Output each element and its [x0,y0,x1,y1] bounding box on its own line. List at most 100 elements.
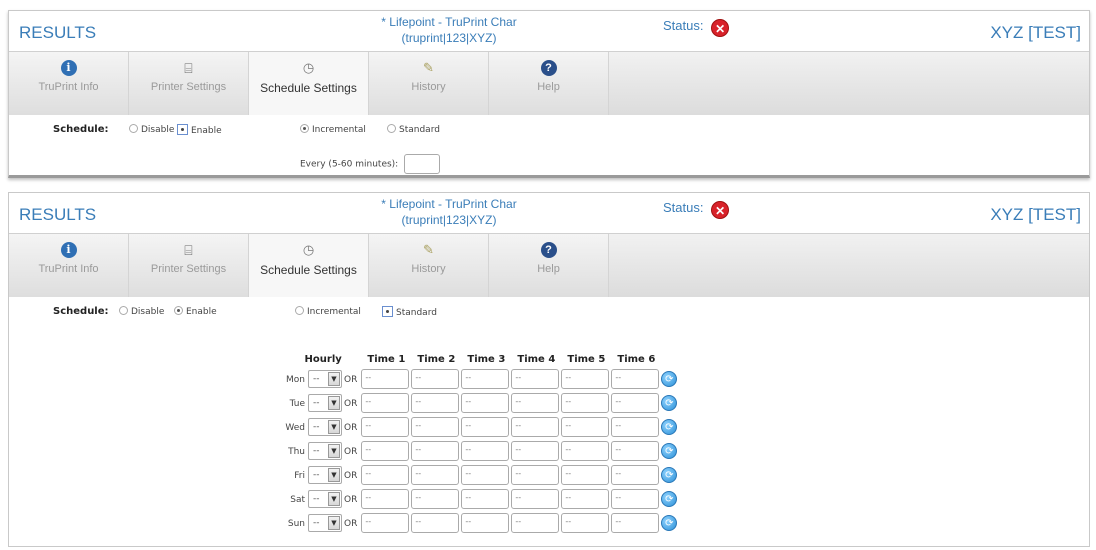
time4-input[interactable]: -- [511,513,560,533]
time3-input[interactable]: -- [461,489,510,509]
enable-radio[interactable] [174,306,183,315]
refresh-icon[interactable]: ⟳ [661,419,678,435]
time6-input[interactable]: -- [611,417,660,437]
schedule-enable-option[interactable]: Enable [177,124,222,136]
time5-input[interactable]: -- [561,441,610,461]
time6-input[interactable]: -- [611,513,660,533]
time2-input[interactable]: -- [411,513,460,533]
day-label: Fri [294,470,305,481]
time6-input[interactable]: -- [611,489,660,509]
hourly-select[interactable]: -- ▼ [308,418,342,436]
time2-input[interactable]: -- [411,489,460,509]
standard-radio[interactable] [382,306,393,317]
disable-radio[interactable] [129,124,138,133]
refresh-icon[interactable]: ⟳ [661,491,678,507]
time4-input[interactable]: -- [511,369,560,389]
mode-standard-option[interactable]: Standard [387,124,440,135]
time4-input[interactable]: -- [511,441,560,461]
tab-printer-settings[interactable]: ⌸ Printer Settings [129,52,249,115]
standard-radio[interactable] [387,124,396,133]
tab-help[interactable]: ? Help [489,234,609,297]
incremental-radio[interactable] [295,306,304,315]
schedule-row-sun: Sun -- ▼ OR -- -- -- -- -- -- ⟳ [285,513,679,533]
hourly-select[interactable]: -- ▼ [308,394,342,412]
time1-input[interactable]: -- [361,369,410,389]
hourly-select[interactable]: -- ▼ [308,514,342,532]
time5-input[interactable]: -- [561,417,610,437]
time1-input[interactable]: -- [361,417,410,437]
time3-input[interactable]: -- [461,417,510,437]
time2-input[interactable]: -- [411,465,460,485]
time2-input[interactable]: -- [411,393,460,413]
time5-input[interactable]: -- [561,513,610,533]
hourly-select[interactable]: -- ▼ [308,370,342,388]
refresh-icon[interactable]: ⟳ [661,395,678,411]
time3-input[interactable]: -- [461,441,510,461]
refresh-icon[interactable]: ⟳ [661,467,678,483]
time4-input[interactable]: -- [511,417,560,437]
time6-input[interactable]: -- [611,465,660,485]
time2-input[interactable]: -- [411,417,460,437]
mode-incremental-option[interactable]: Incremental [295,306,361,317]
tab-history[interactable]: ✎ History [369,52,489,115]
hourly-select[interactable]: -- ▼ [308,490,342,508]
tab-schedule-settings[interactable]: ◷ Schedule Settings [249,52,369,115]
every-minutes-input[interactable] [404,154,441,174]
time1-input[interactable]: -- [361,441,410,461]
mode-incremental-option[interactable]: Incremental [300,124,366,135]
info-icon: i [60,242,77,258]
enable-radio[interactable] [177,124,188,135]
time3-input[interactable]: -- [461,465,510,485]
time2-input[interactable]: -- [411,369,460,389]
printer-title: * Lifepoint - TruPrint Char (truprint|12… [339,196,559,228]
refresh-icon[interactable]: ⟳ [661,515,678,531]
time1-cell: -- [361,417,411,437]
schedule-disable-option[interactable]: Disable [119,306,164,317]
refresh-icon[interactable]: ⟳ [661,443,678,459]
hourly-select[interactable]: -- ▼ [308,466,342,484]
time5-input[interactable]: -- [561,393,610,413]
tab-history[interactable]: ✎ History [369,234,489,297]
mode-standard-option[interactable]: Standard [382,306,437,318]
tab-schedule-settings[interactable]: ◷ Schedule Settings [249,234,369,297]
help-icon: ? [540,242,557,258]
time5-input[interactable]: -- [561,465,610,485]
time3-input[interactable]: -- [461,393,510,413]
time1-input[interactable]: -- [361,489,410,509]
dropdown-arrow-icon: ▼ [328,516,340,530]
day-cell: Wed -- ▼ OR [285,417,361,437]
time6-cell: -- [611,393,661,413]
time6-input[interactable]: -- [611,369,660,389]
time1-input[interactable]: -- [361,513,410,533]
schedule-row-sat: Sat -- ▼ OR -- -- -- -- -- -- ⟳ [285,489,679,509]
time2-input[interactable]: -- [411,441,460,461]
schedule-enable-option[interactable]: Enable [174,306,217,317]
tab-label: Schedule Settings [260,263,357,277]
enable-label: Enable [186,307,217,317]
tab-help[interactable]: ? Help [489,52,609,115]
time4-input[interactable]: -- [511,489,560,509]
time3-input[interactable]: -- [461,513,510,533]
time4-input[interactable]: -- [511,393,560,413]
time1-input[interactable]: -- [361,393,410,413]
time6-input[interactable]: -- [611,393,660,413]
tab-truprint-info[interactable]: i TruPrint Info [9,52,129,115]
refresh-icon[interactable]: ⟳ [661,371,678,387]
tab-truprint-info[interactable]: i TruPrint Info [9,234,129,297]
time1-input[interactable]: -- [361,465,410,485]
hourly-select[interactable]: -- ▼ [308,442,342,460]
every-minutes: Every (5-60 minutes): [300,154,441,174]
time6-input[interactable]: -- [611,441,660,461]
time3-input[interactable]: -- [461,369,510,389]
results-panel-standard: RESULTS * Lifepoint - TruPrint Char (tru… [8,192,1090,547]
incremental-radio[interactable] [300,124,309,133]
disable-radio[interactable] [119,306,128,315]
time5-input[interactable]: -- [561,369,610,389]
tab-printer-settings[interactable]: ⌸ Printer Settings [129,234,249,297]
time5-input[interactable]: -- [561,489,610,509]
time2-cell: -- [411,489,461,509]
time3-cell: -- [461,441,511,461]
schedule-grid: Hourly Time 1 Time 2 Time 3 Time 4 Time … [285,350,679,537]
schedule-disable-option[interactable]: Disable [129,124,174,135]
time4-input[interactable]: -- [511,465,560,485]
